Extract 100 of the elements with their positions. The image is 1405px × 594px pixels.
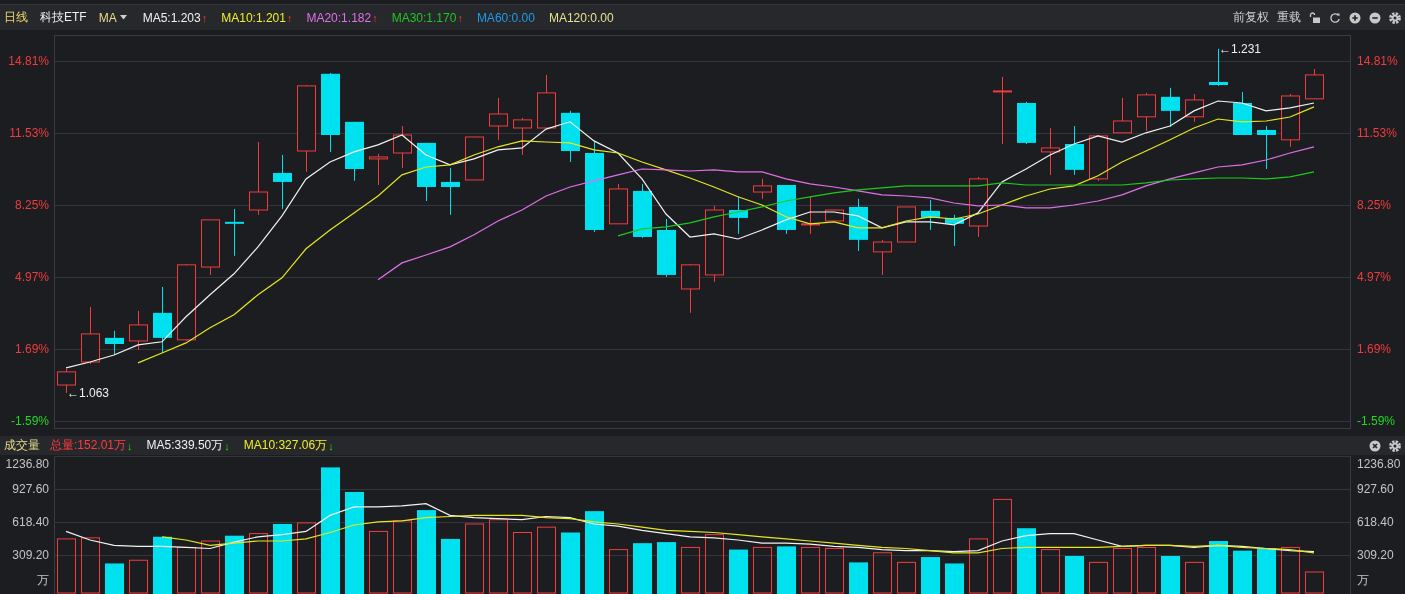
volume-bar: [849, 562, 868, 594]
volume-bar: [513, 532, 532, 594]
axis-label: 927.60: [12, 482, 49, 496]
volume-bar: [1257, 548, 1276, 594]
candlestick: [921, 199, 940, 231]
candlestick: [873, 239, 892, 276]
ma-value: MA30:1.170: [391, 10, 457, 25]
candlestick: [945, 214, 964, 247]
candlestick: [849, 198, 868, 252]
lock-icon[interactable]: [1309, 11, 1321, 24]
settings-icon[interactable]: [1389, 11, 1401, 24]
candlestick: [753, 178, 772, 200]
volume-value: MA10:327.06万: [243, 437, 328, 454]
volume-bar: [249, 533, 268, 594]
axis-label: 11.53%: [1357, 125, 1397, 140]
up-arrow: ↑: [372, 11, 378, 24]
volume-bar: [1161, 556, 1180, 594]
volume-bar: [1305, 571, 1324, 594]
axis-label: -1.59%: [10, 413, 49, 428]
volume-bar: [801, 546, 820, 594]
price-annotation: ←1.063: [67, 385, 110, 400]
axis-label: 4.97%: [1357, 269, 1392, 284]
volume-bar: [825, 548, 844, 594]
axis-label: 8.25%: [14, 197, 49, 212]
caret-icon: [119, 15, 127, 20]
candlestick: [417, 142, 436, 202]
zoom-out-icon[interactable]: [1369, 11, 1381, 24]
volume-bar: [561, 532, 580, 594]
down-arrow: ↓: [127, 439, 133, 452]
volume-bar: [1113, 548, 1132, 594]
axis-label: 927.60: [1357, 482, 1394, 496]
candlestick: [729, 196, 748, 235]
candlestick: [273, 154, 292, 210]
volume-value: 总量:152.01万: [50, 437, 127, 454]
candlestick: [777, 184, 796, 235]
candlestick: [129, 310, 148, 351]
volume-bar: [105, 563, 124, 594]
zoom-in-icon[interactable]: [1349, 11, 1361, 24]
volume-bar: [273, 523, 292, 594]
candlestick: [465, 136, 484, 181]
candlestick: [825, 209, 844, 222]
indicator-dropdown[interactable]: MA: [98, 10, 127, 25]
candlestick: [657, 218, 676, 278]
axis-label: 14.81%: [1357, 53, 1398, 68]
up-arrow: ↑: [201, 11, 208, 24]
axis-label: 1.69%: [1357, 341, 1392, 356]
axis-label: 4.97%: [14, 269, 49, 284]
candlestick: [681, 263, 700, 314]
volume-bar: [921, 557, 940, 594]
ma-value: MA5:1.203: [142, 10, 201, 25]
candlestick: [1305, 68, 1324, 100]
candlestick: [225, 208, 244, 257]
volume-bar: [969, 538, 988, 594]
volume-bar: [777, 546, 796, 594]
candlestick: [801, 196, 820, 235]
candlestick: [1233, 91, 1252, 136]
volume-bar: [81, 537, 100, 594]
axis-label: 8.25%: [1357, 197, 1392, 212]
refresh-icon[interactable]: [1329, 11, 1341, 24]
candlestick: [1113, 97, 1132, 134]
candlestick: [1065, 125, 1084, 176]
candlestick: [489, 97, 508, 141]
volume-bar: [1137, 546, 1156, 594]
toolbar-button[interactable]: 前复权: [1233, 9, 1269, 26]
volume-bar: [177, 546, 196, 594]
volume-bar: [729, 549, 748, 594]
up-arrow: ↑: [457, 11, 463, 24]
candlestick: [969, 176, 988, 238]
candlestick: [1089, 134, 1108, 182]
candlestick: [609, 183, 628, 225]
ma-value: MA120:0.00: [548, 10, 614, 25]
axis-label: 309.20: [1357, 548, 1394, 562]
unit-label: 万: [37, 573, 49, 587]
axis-label: -1.59%: [1357, 413, 1396, 428]
volume-bar: [897, 561, 916, 594]
candlestick: [441, 167, 460, 216]
ma-value: MA10:1.201: [221, 10, 286, 25]
volume-bar: [537, 526, 556, 594]
volume-bar: [201, 540, 220, 594]
volume-bar: [465, 523, 484, 594]
unit-label: 万: [1357, 573, 1369, 587]
axis-label: 1236.80: [1357, 457, 1401, 471]
candlestick: [1161, 87, 1180, 128]
down-arrow: ↓: [224, 439, 230, 452]
candlestick: [201, 219, 220, 276]
price-annotation: ←1.231: [1219, 41, 1262, 56]
up-arrow: ↑: [286, 11, 293, 24]
volume-bar: [1233, 550, 1252, 594]
volume-bar: [945, 563, 964, 594]
period-tab[interactable]: 日线: [4, 9, 28, 26]
volume-bar: [369, 530, 388, 594]
axis-label: 11.53%: [9, 125, 49, 140]
close-icon[interactable]: [1369, 439, 1381, 452]
ma-value: MA60:0.00: [476, 10, 535, 25]
toolbar-button[interactable]: 重载: [1277, 9, 1301, 26]
candlestick: [369, 153, 388, 186]
settings-icon[interactable]: [1389, 439, 1401, 452]
candlestick: [153, 286, 172, 354]
candlestick: [513, 117, 532, 156]
volume-bar: [681, 546, 700, 594]
